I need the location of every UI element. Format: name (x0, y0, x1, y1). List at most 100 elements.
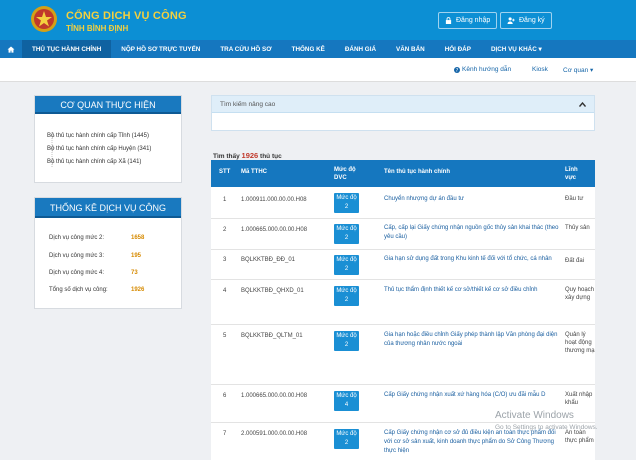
table-row[interactable]: 4 BQLKKTBĐ_QHXD_01 Mức độ 2 Thủ tục thẩm… (211, 280, 595, 325)
agency-item-province[interactable]: Bộ thủ tục hành chính cấp Tỉnh (1445) (47, 133, 149, 139)
site-header: CỔNG DỊCH VỤ CÔNG TỈNH BÌNH ĐỊNH Đăng nh… (0, 0, 636, 40)
stat-row-level2: Dịch vụ công mức 2: 1658 (49, 235, 169, 241)
row-stt: 7 (223, 431, 227, 437)
result-count: Tìm thấy 1926 thủ tục (213, 151, 282, 160)
row-code: 2.000591.000.00.00.H08 (241, 431, 308, 437)
table-header: STT Mã TTHC Mức độ DVC Tên thủ tục hành … (211, 160, 595, 187)
row-code: BQLKKTBĐ_ĐĐ_01 (241, 257, 296, 263)
advanced-search-title: Tìm kiếm nâng cao (220, 101, 276, 108)
national-emblem-icon[interactable] (30, 5, 58, 33)
guide-link[interactable]: ? Kênh hướng dẫn (454, 66, 511, 73)
procedure-link[interactable]: Chuyển nhượng dự án đầu tư (384, 195, 560, 204)
row-stt: 2 (223, 227, 227, 233)
agency-item-commune[interactable]: Bộ thủ tục hành chính cấp Xã (141) (47, 159, 141, 165)
result-number: 1926 (241, 151, 259, 160)
register-label: Đăng ký (519, 17, 545, 24)
advanced-search-header[interactable]: Tìm kiếm nâng cao (212, 96, 594, 113)
stats-title: THỐNG KÊ DỊCH VỤ CÔNG (35, 198, 181, 218)
procedure-link[interactable]: Cấp Giấy chứng nhận cơ sở đủ điều kiện a… (384, 429, 560, 456)
table-row[interactable]: 1 1.000911.000.00.00.H08 Mức độ 2 Chuyển… (211, 187, 595, 219)
level-badge[interactable]: Mức độ 4 (334, 391, 359, 411)
row-stt: 1 (223, 197, 227, 203)
col-stt: STT (219, 169, 231, 175)
login-button[interactable]: Đăng nhập (438, 12, 498, 29)
stat-value: 195 (131, 253, 142, 259)
row-stt: 4 (223, 288, 227, 294)
row-code: 1.000665.000.00.00.H08 (241, 227, 308, 233)
stat-label: Tổng số dịch vụ công: (49, 287, 108, 293)
col-code: Mã TTHC (241, 169, 267, 175)
table-row[interactable]: 5 BQLKKTBĐ_QLTM_01 Mức độ 2 Gia hạn hoặc… (211, 325, 595, 385)
nav-item-statistics[interactable]: THỐNG KÊ (282, 40, 335, 58)
table-row[interactable]: 3 BQLKKTBĐ_ĐĐ_01 Mức độ 2 Gia hạn sử dụn… (211, 250, 595, 280)
nav-item-qa[interactable]: HỎI ĐÁP (435, 40, 481, 58)
stats-panel: THỐNG KÊ DỊCH VỤ CÔNG Dịch vụ công mức 2… (34, 197, 182, 309)
chevron-up-icon[interactable] (579, 102, 586, 107)
svg-text:?: ? (456, 68, 459, 73)
windows-activation-watermark: Activate Windows (495, 410, 574, 421)
stat-value: 1658 (131, 235, 145, 241)
row-field: Đầu tư (565, 196, 584, 202)
row-stt: 5 (223, 333, 227, 339)
stat-label: Dịch vụ công mức 4: (49, 270, 105, 276)
stat-row-total: Tổng số dịch vụ công: 1926 (49, 287, 169, 293)
result-suffix: thủ tục (260, 153, 282, 160)
procedure-link[interactable]: Gia hạn sử dụng đất trong Khu kinh tế đố… (384, 255, 560, 264)
nav-item-procedures[interactable]: THỦ TỤC HÀNH CHÍNH (22, 40, 112, 58)
nav-item-lookup[interactable]: TRA CỨU HỒ SƠ (210, 40, 281, 58)
agency-item-label: Bộ thủ tục hành chính cấp Tỉnh (1445) (47, 133, 149, 139)
row-stt: 6 (223, 393, 227, 399)
level-badge[interactable]: Mức độ 2 (334, 331, 359, 351)
guide-label: Kênh hướng dẫn (462, 66, 512, 73)
agency-item-label: Bộ thủ tục hành chính cấp Huyện (341) (47, 146, 152, 152)
row-field: Quy hoạch xây dựng (565, 287, 595, 301)
stat-label: Dịch vụ công mức 3: (49, 253, 105, 259)
stat-row-level3: Dịch vụ công mức 3: 195 (49, 253, 169, 259)
level-badge[interactable]: Mức độ 2 (334, 193, 359, 213)
user-plus-icon (507, 17, 515, 24)
stat-label: Dịch vụ công mức 2: (49, 235, 105, 241)
procedure-link[interactable]: Cấp, cấp lại Giấy chứng nhận nguồn gốc t… (384, 224, 560, 242)
level-badge[interactable]: Mức độ 2 (334, 224, 359, 244)
nav-item-online-submission[interactable]: NỘP HỒ SƠ TRỰC TUYẾN (111, 40, 210, 58)
brand-subtitle: TỈNH BÌNH ĐỊNH (66, 24, 129, 33)
stat-value: 1926 (131, 287, 145, 293)
nav-item-documents[interactable]: VĂN BẢN (386, 40, 435, 58)
lock-icon (445, 17, 452, 24)
col-level: Mức độ DVC (334, 167, 356, 181)
agencies-title: CƠ QUAN THỰC HIỆN (35, 96, 181, 114)
sub-bar: ? Kênh hướng dẫn Kiosk Cơ quan ▾ (0, 58, 636, 82)
row-code: 1.000665.000.00.00.H08 (241, 393, 308, 399)
nav-item-rating[interactable]: ĐÁNH GIÁ (335, 40, 386, 58)
row-field: An toàn thực phẩm (565, 430, 594, 444)
question-circle-icon: ? (454, 66, 460, 73)
stat-row-level4: Dịch vụ công mức 4: 73 (49, 270, 169, 276)
main-nav: THỦ TỤC HÀNH CHÍNH NỘP HỒ SƠ TRỰC TUYẾN … (0, 40, 636, 58)
procedure-link[interactable]: Cấp Giấy chứng nhận xuất xứ hàng hóa (C/… (384, 391, 560, 400)
level-badge[interactable]: Mức độ 2 (334, 429, 359, 449)
agencies-panel: CƠ QUAN THỰC HIỆN Bộ thủ tục hành chính … (34, 95, 182, 183)
register-button[interactable]: Đăng ký (500, 12, 552, 29)
level-badge[interactable]: Mức độ 2 (334, 255, 359, 275)
procedure-link[interactable]: Thủ tục thẩm định thiết kế cơ sở/thiết k… (384, 286, 560, 295)
row-field: Quản lý hoạt động thương mại (565, 332, 595, 354)
agency-item-label: Bộ thủ tục hành chính cấp Xã (141) (47, 159, 142, 165)
nav-item-other-services[interactable]: DỊCH VỤ KHÁC ▾ (481, 40, 552, 58)
agency-item-district[interactable]: Bộ thủ tục hành chính cấp Huyện (341) (47, 146, 151, 152)
advanced-search-panel: Tìm kiếm nâng cao (211, 95, 595, 131)
row-field: Thủy sản (565, 225, 590, 231)
procedure-link[interactable]: Gia hạn hoặc điều chỉnh Giấy phép thành … (384, 331, 560, 349)
col-name: Tên thủ tục hành chính (384, 169, 450, 175)
level-badge[interactable]: Mức độ 2 (334, 286, 359, 306)
home-icon (7, 45, 15, 53)
row-code: 1.000911.000.00.00.H08 (241, 197, 307, 203)
result-prefix: Tìm thấy (213, 153, 240, 160)
brand-title[interactable]: CỔNG DỊCH VỤ CÔNG (66, 10, 187, 22)
row-stt: 3 (223, 257, 227, 263)
table-row[interactable]: 2 1.000665.000.00.00.H08 Mức độ 2 Cấp, c… (211, 219, 595, 250)
kiosk-link[interactable]: Kiosk (532, 66, 548, 73)
windows-activation-hint: Go to Settings to activate Windows. (495, 424, 598, 431)
nav-home[interactable] (0, 40, 22, 58)
stat-value: 73 (131, 270, 138, 276)
portal-dropdown[interactable]: Cơ quan ▾ (563, 66, 593, 74)
